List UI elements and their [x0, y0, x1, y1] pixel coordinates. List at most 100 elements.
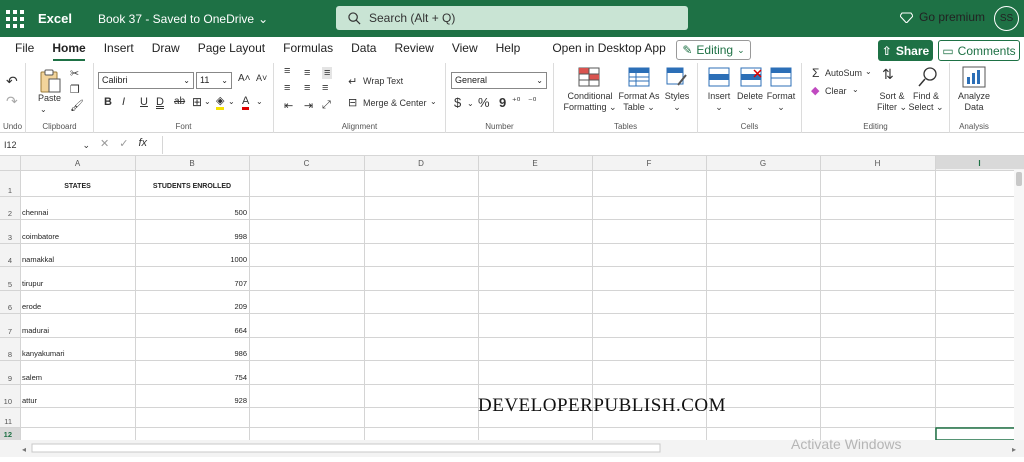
comments-button[interactable]: ▭ Comments [938, 40, 1020, 61]
pencil-icon: ✎ [682, 43, 693, 57]
autosum-button[interactable]: AutoSum [825, 68, 862, 79]
increase-indent-icon[interactable]: ⇥ [304, 99, 313, 112]
borders-icon[interactable]: ⊞ [192, 95, 202, 109]
chevron-down-icon[interactable]: ⌄ [852, 85, 859, 94]
name-box-value: I12 [4, 140, 17, 150]
delete-cells-icon[interactable] [740, 67, 762, 87]
increase-decimal-icon[interactable]: ⁺⁰ [512, 96, 520, 107]
currency-button[interactable]: $ [454, 95, 461, 110]
chevron-down-icon[interactable]: ⌄ [467, 99, 474, 108]
decrease-indent-icon[interactable]: ⇤ [284, 99, 293, 112]
copy-icon[interactable]: ❐ [70, 83, 80, 96]
increase-font-icon[interactable]: A˄ [238, 73, 251, 84]
tab-insert[interactable]: Insert [95, 37, 143, 63]
cut-icon[interactable]: ✂ [70, 67, 79, 80]
font-color-icon[interactable]: A [242, 95, 250, 110]
autosum-icon[interactable]: Σ [812, 66, 819, 80]
redo-icon[interactable]: ↷ [6, 93, 18, 110]
decrease-decimal-icon[interactable]: ⁻⁰ [528, 96, 536, 107]
italic-button[interactable]: I [122, 96, 125, 108]
selected-cell-i12[interactable] [935, 427, 1024, 441]
underline-button[interactable]: U [140, 96, 148, 108]
app-launcher-icon[interactable] [6, 9, 34, 28]
sort-filter-icon[interactable]: ⇅ [882, 66, 894, 83]
share-button[interactable]: ⇧ Share [878, 40, 933, 61]
scroll-right-icon[interactable]: ▸ [1012, 445, 1016, 454]
align-middle-icon[interactable]: ≡ [304, 67, 310, 79]
check-icon[interactable]: ✓ [119, 137, 128, 150]
tab-data[interactable]: Data [342, 37, 385, 63]
fill-color-icon[interactable]: ◈ [216, 95, 225, 110]
chevron-down-icon[interactable]: ⌄ [228, 97, 235, 106]
delete-cells-button[interactable]: Delete ⌄ [734, 91, 766, 113]
strikethrough-button[interactable]: ab [174, 96, 185, 107]
find-select-line2: Select [908, 102, 934, 112]
search-box[interactable]: Search (Alt + Q) [336, 6, 688, 30]
open-in-desktop-app[interactable]: Open in Desktop App [543, 37, 674, 63]
format-cells-icon[interactable] [770, 67, 792, 87]
find-select-icon[interactable] [918, 66, 938, 88]
insert-cells-icon[interactable] [708, 67, 730, 87]
font-name-select[interactable]: Calibri ⌄ [98, 72, 194, 89]
align-bottom-icon[interactable]: ≡ [322, 67, 333, 79]
paste-label[interactable]: Paste [38, 93, 61, 104]
fx-icon[interactable]: fx [138, 137, 147, 150]
clear-button[interactable]: Clear [825, 86, 847, 97]
chevron-down-icon[interactable]: ⌄ [865, 67, 872, 76]
tab-home[interactable]: Home [43, 37, 94, 63]
go-premium-link[interactable]: Go premium [900, 10, 985, 24]
merge-center-button[interactable]: Merge & Center [363, 98, 427, 109]
cancel-icon[interactable]: ✕ [100, 137, 109, 150]
insert-cells-button[interactable]: Insert ⌄ [704, 91, 734, 113]
tab-file[interactable]: File [6, 37, 43, 63]
format-as-table-button[interactable]: Format As Table ⌄ [616, 91, 662, 113]
wrap-text-button[interactable]: Wrap Text [363, 76, 403, 87]
tab-draw[interactable]: Draw [143, 37, 189, 63]
percent-button[interactable]: % [478, 95, 490, 110]
scroll-left-icon[interactable]: ◂ [22, 445, 26, 454]
bold-button[interactable]: B [104, 96, 112, 108]
chevron-down-icon[interactable]: ⌄ [256, 97, 263, 106]
tab-review[interactable]: Review [385, 37, 442, 63]
tab-page-layout[interactable]: Page Layout [189, 37, 274, 63]
cell-styles-button[interactable]: Styles ⌄ [662, 91, 692, 113]
chevron-down-icon[interactable]: ⌄ [204, 97, 211, 106]
vertical-scrollbar-thumb[interactable] [1016, 172, 1022, 186]
number-format-select[interactable]: General ⌄ [451, 72, 547, 89]
find-select-button[interactable]: Find & Select ⌄ [908, 91, 944, 113]
undo-icon[interactable]: ↶ [6, 73, 18, 90]
tab-formulas[interactable]: Formulas [274, 37, 342, 63]
name-box[interactable]: I12 ⌄ [2, 137, 94, 153]
decrease-font-icon[interactable]: A˅ [256, 73, 267, 83]
paste-icon[interactable] [38, 68, 62, 94]
app-name[interactable]: Excel [38, 11, 72, 26]
document-title[interactable]: Book 37 - Saved to OneDrive ⌄ [98, 12, 268, 26]
conditional-formatting-button[interactable]: Conditional Formatting ⌄ [562, 91, 618, 113]
avatar[interactable]: SS [994, 6, 1019, 31]
eraser-icon[interactable]: ◆ [811, 84, 819, 97]
chevron-down-icon[interactable]: ⌄ [40, 105, 47, 114]
cell-styles-icon[interactable] [666, 67, 688, 87]
editing-mode-button[interactable]: ✎ Editing ⌄ [676, 40, 751, 60]
horizontal-scrollbar-thumb[interactable] [31, 443, 661, 453]
font-size-select[interactable]: 11 ⌄ [196, 72, 232, 89]
format-cells-button[interactable]: Format ⌄ [764, 91, 798, 113]
comma-style-button[interactable]: 9 [499, 95, 506, 110]
sort-filter-button[interactable]: Sort & Filter ⌄ [876, 91, 908, 113]
analyze-data-icon[interactable] [962, 66, 986, 88]
tab-view[interactable]: View [443, 37, 487, 63]
orientation-icon[interactable]: ⤢ [322, 99, 331, 112]
conditional-formatting-icon[interactable] [578, 67, 600, 87]
align-top-icon[interactable]: ≡ [284, 65, 290, 77]
align-left-icon[interactable]: ≡ [284, 82, 290, 94]
double-underline-button[interactable]: D [156, 96, 164, 108]
chevron-down-icon[interactable]: ⌄ [430, 97, 437, 106]
format-as-table-icon[interactable] [628, 67, 650, 87]
format-painter-icon[interactable]: 🖌 [70, 99, 84, 112]
tab-help[interactable]: Help [487, 37, 530, 63]
align-center-icon[interactable]: ≡ [304, 82, 310, 94]
formula-input[interactable] [162, 136, 1024, 154]
align-right-icon[interactable]: ≡ [322, 82, 328, 94]
analyze-data-button[interactable]: Analyze Data [952, 91, 996, 113]
vertical-scrollbar[interactable] [1014, 170, 1024, 440]
